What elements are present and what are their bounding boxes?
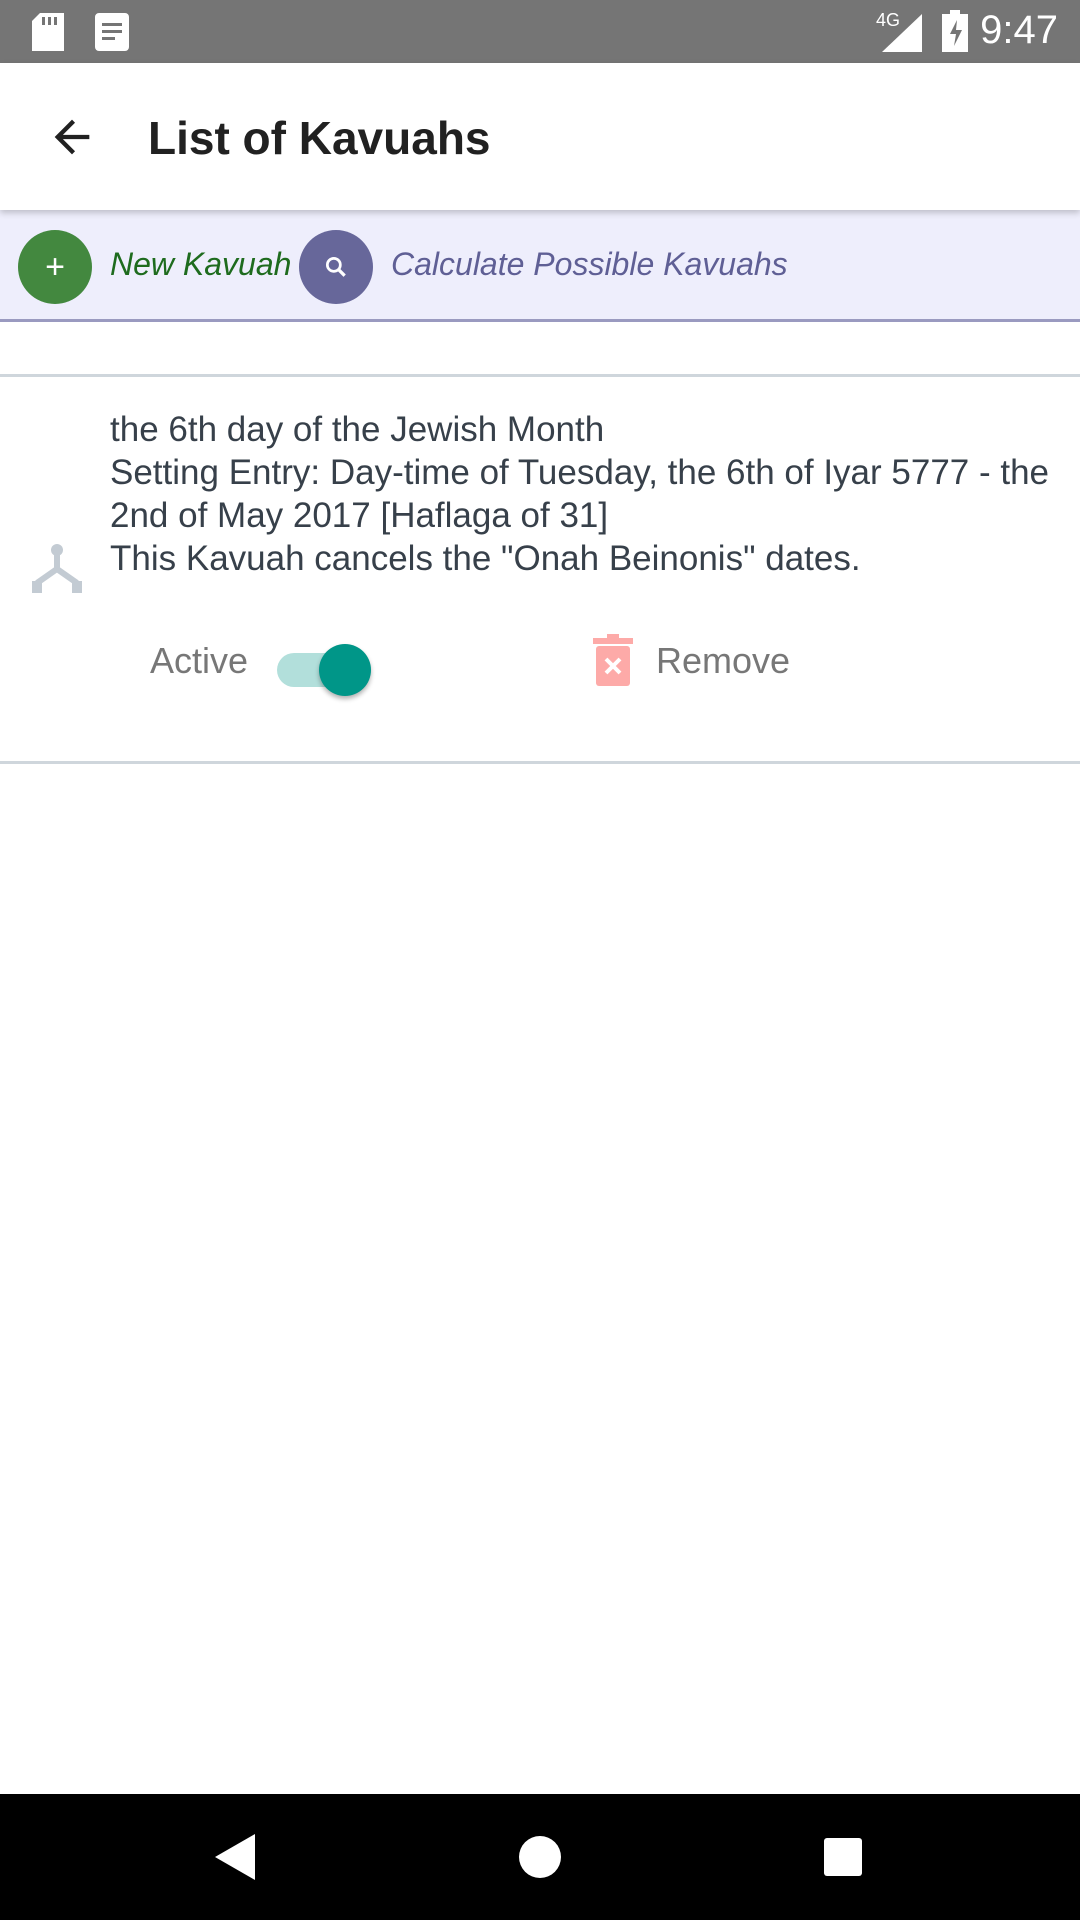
clock: 9:47 xyxy=(980,8,1058,52)
active-label: Active xyxy=(150,640,249,681)
home-nav-icon[interactable] xyxy=(519,1836,561,1878)
kavuah-type-icon xyxy=(32,544,82,593)
calculate-kavuahs-label[interactable]: Calculate Possible Kavuahs xyxy=(391,246,788,283)
action-toolbar: + New Kavuah Calculate Possible Kavuahs xyxy=(0,210,1080,322)
kavuah-title: the 6th day of the Jewish Month xyxy=(110,410,605,449)
kavuah-setting-entry: Setting Entry: Day-time of Tuesday, the … xyxy=(110,453,1050,535)
new-kavuah-button[interactable]: + xyxy=(18,230,92,304)
divider xyxy=(0,374,1080,377)
kavuah-description: the 6th day of the Jewish Month Setting … xyxy=(110,408,1060,580)
notification-icon xyxy=(95,13,129,51)
arrow-back-icon[interactable] xyxy=(46,111,98,163)
battery-charging-icon xyxy=(942,10,968,52)
app-bar: List of Kavuahs xyxy=(0,63,1080,210)
plus-icon: + xyxy=(45,247,65,286)
status-bar: 4G 9:47 xyxy=(0,0,1080,63)
active-toggle[interactable] xyxy=(275,640,375,700)
divider xyxy=(0,761,1080,764)
page-title: List of Kavuahs xyxy=(148,112,491,164)
sd-card-icon xyxy=(32,13,64,51)
search-icon xyxy=(325,256,346,277)
recents-nav-icon[interactable] xyxy=(824,1838,862,1876)
kavuah-note: This Kavuah cancels the "Onah Beinonis" … xyxy=(110,539,861,578)
calculate-kavuahs-button[interactable] xyxy=(299,230,373,304)
signal-icon xyxy=(882,14,922,52)
back-nav-icon[interactable] xyxy=(215,1834,255,1880)
remove-button[interactable]: Remove xyxy=(656,640,790,682)
navigation-bar xyxy=(0,1794,1080,1920)
new-kavuah-label[interactable]: New Kavuah xyxy=(110,246,291,283)
trash-icon[interactable] xyxy=(593,634,633,686)
